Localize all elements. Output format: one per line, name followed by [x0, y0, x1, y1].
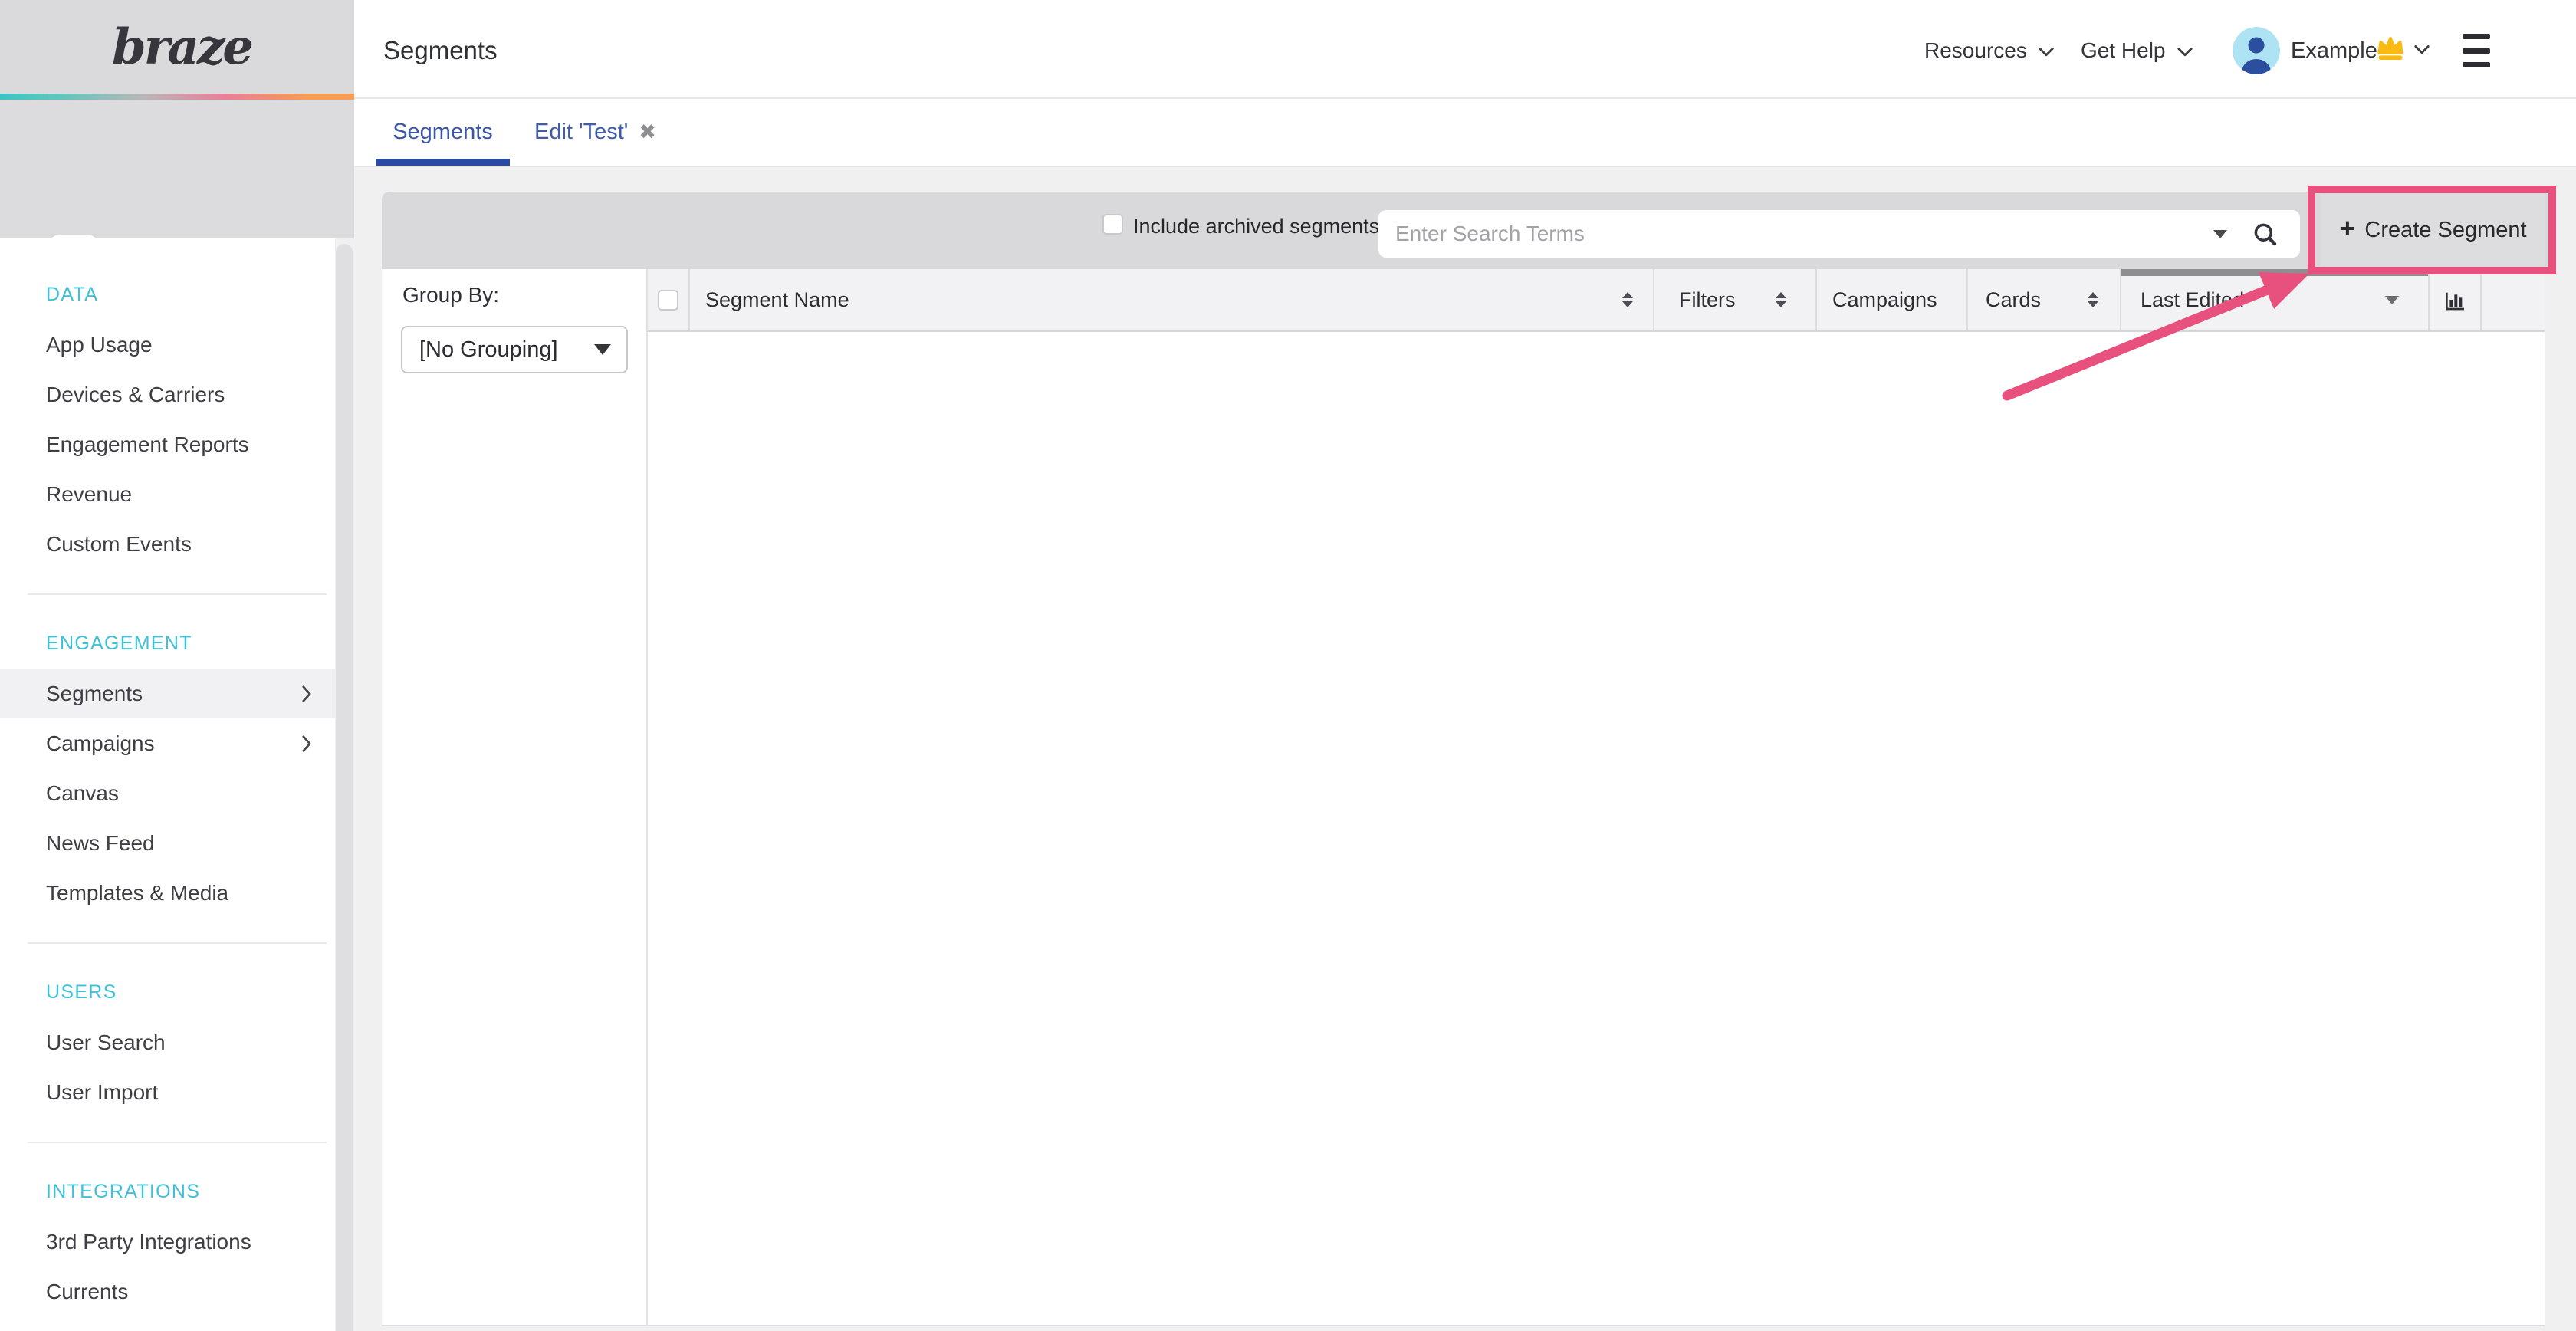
column-header-filters[interactable]: Filters — [1654, 269, 1817, 330]
crown-icon — [2375, 34, 2406, 64]
sidebar-item-label: Campaigns — [46, 731, 155, 756]
sidebar-item-label: Engagement Reports — [46, 432, 249, 457]
column-header-label: Cards — [1986, 288, 2041, 312]
resources-menu[interactable]: Resources — [1924, 38, 2055, 63]
sidebar-item-label: Segments — [46, 682, 143, 706]
sidebar-item-label: App Usage — [46, 333, 153, 357]
table-header-row: Segment Name Filters Campaigns Cards Last Ed… — [648, 269, 2545, 332]
group-by-label: Group By: — [402, 283, 499, 307]
sidebar-section-engagement: ENGAGEMENT — [0, 619, 335, 669]
chevron-right-icon — [301, 735, 312, 753]
segments-toolbar: Include archived segments + Create Segme… — [382, 192, 2550, 269]
sidebar-item-label: Currents — [46, 1280, 128, 1304]
caret-down-icon — [594, 344, 611, 355]
sidebar-item-label: User Search — [46, 1030, 166, 1055]
sidebar-item-segments[interactable]: Segments — [0, 669, 335, 718]
chevron-down-icon[interactable] — [2413, 44, 2430, 59]
chevron-down-icon — [2038, 38, 2055, 63]
include-archived-checkbox[interactable] — [1102, 214, 1123, 235]
sidebar-divider — [0, 1117, 335, 1167]
column-header-label: Filters — [1679, 288, 1736, 312]
column-header-spacer — [2482, 269, 2545, 330]
caret-down-icon[interactable] — [2385, 296, 2399, 304]
sort-icon[interactable] — [1776, 292, 1786, 307]
sidebar-divider — [0, 569, 335, 619]
sidebar-section-data: DATA — [0, 270, 335, 320]
column-header-campaigns[interactable]: Campaigns — [1817, 269, 1968, 330]
sidebar-item-app-usage[interactable]: App Usage — [0, 320, 335, 370]
tab-label: Segments — [393, 120, 493, 145]
sidebar-item-canvas[interactable]: Canvas — [0, 768, 335, 818]
hamburger-menu-icon[interactable] — [2463, 34, 2490, 67]
column-header-last-edited[interactable]: Last Edited — [2121, 269, 2430, 330]
brand-block: braze — [0, 0, 354, 94]
sidebar-section-integrations: INTEGRATIONS — [0, 1167, 335, 1217]
column-header-chart[interactable] — [2430, 269, 2482, 330]
column-header-segment-name[interactable]: Segment Name — [690, 269, 1654, 330]
sidebar-item-engagement-reports[interactable]: Engagement Reports — [0, 419, 335, 469]
sidebar-item-3rd-party-integrations[interactable]: 3rd Party Integrations — [0, 1217, 335, 1267]
search-icon[interactable] — [2252, 221, 2279, 248]
sidebar-item-label: 3rd Party Integrations — [46, 1230, 251, 1254]
chevron-down-icon — [2177, 38, 2193, 63]
sidebar-item-label: Canvas — [46, 781, 119, 806]
sidebar-item-campaigns[interactable]: Campaigns — [0, 718, 335, 768]
sidebar-item-label: Custom Events — [46, 532, 192, 557]
sidebar-item-templates-and-media[interactable]: Templates & Media — [0, 868, 335, 918]
sorted-column-indicator — [2121, 269, 2428, 276]
sidebar-item-custom-events[interactable]: Custom Events — [0, 519, 335, 569]
group-by-value: [No Grouping] — [419, 337, 558, 363]
resources-label: Resources — [1924, 38, 2027, 63]
sidebar-divider — [0, 918, 335, 968]
column-header-label: Campaigns — [1832, 288, 1937, 312]
close-icon[interactable]: ✖ — [639, 120, 656, 144]
tabs-bar: Segments Edit 'Test' ✖ — [354, 99, 2576, 167]
tab-segments[interactable]: Segments — [376, 99, 510, 166]
sidebar-item-devices-and-carriers[interactable]: Devices & Carriers — [0, 370, 335, 419]
page-title: Segments — [383, 36, 498, 65]
search-input[interactable] — [1378, 210, 2300, 258]
sort-icon[interactable] — [1622, 292, 1633, 307]
create-segment-label: Create Segment — [2364, 218, 2526, 243]
tab-edit-test[interactable]: Edit 'Test' ✖ — [534, 99, 656, 166]
sidebar-item-label: Revenue — [46, 482, 132, 507]
sidebar-item-user-import[interactable]: User Import — [0, 1067, 335, 1117]
tab-label: Edit 'Test' — [534, 120, 628, 145]
select-all-column-header — [648, 269, 690, 330]
column-header-label: Segment Name — [705, 288, 849, 312]
brand-gradient-bar — [0, 94, 359, 100]
column-header-cards[interactable]: Cards — [1968, 269, 2121, 330]
include-archived-label: Include archived segments — [1133, 215, 1379, 238]
sidebar-item-currents[interactable]: Currents — [0, 1267, 335, 1316]
chevron-right-icon — [301, 685, 312, 703]
account-name[interactable]: Example — [2291, 38, 2377, 64]
sidebar-item-label: Devices & Carriers — [46, 383, 225, 407]
user-avatar[interactable] — [2233, 27, 2280, 74]
bar-chart-icon — [2443, 288, 2467, 312]
sidebar-item-news-feed[interactable]: News Feed — [0, 818, 335, 868]
group-by-dropdown[interactable]: [No Grouping] — [401, 326, 628, 373]
braze-logo: braze — [112, 18, 251, 76]
braze-dashboard: braze b Mixpanel Demo Mixpanel Demo DATA… — [0, 0, 2576, 1331]
column-header-label: Last Edited — [2141, 288, 2244, 312]
get-help-label: Get Help — [2081, 38, 2166, 63]
workspace-switcher[interactable]: b Mixpanel Demo Mixpanel Demo — [0, 100, 354, 238]
select-all-checkbox[interactable] — [658, 290, 678, 311]
create-segment-button[interactable]: + Create Segment — [2321, 194, 2545, 266]
sidebar-item-revenue[interactable]: Revenue — [0, 469, 335, 519]
get-help-menu[interactable]: Get Help — [2081, 38, 2193, 63]
search-dropdown-caret-icon[interactable] — [2213, 230, 2227, 238]
search-field — [1378, 210, 2300, 258]
sidebar-item-label: Templates & Media — [46, 881, 228, 905]
plus-icon: + — [2339, 215, 2355, 242]
sidebar-section-users: USERS — [0, 968, 335, 1017]
sort-icon[interactable] — [2088, 292, 2098, 307]
sidebar-item-label: News Feed — [46, 831, 155, 856]
sidebar-item-label: User Import — [46, 1080, 158, 1105]
sidebar-scrollbar[interactable] — [336, 244, 353, 1331]
group-by-panel: Group By: [No Grouping] — [382, 269, 648, 1326]
sidebar-nav: DATA App Usage Devices & Carriers Engagemen… — [0, 238, 335, 1331]
segments-table: Segment Name Filters Campaigns Cards Last Ed… — [648, 269, 2545, 1326]
sidebar-item-user-search[interactable]: User Search — [0, 1017, 335, 1067]
